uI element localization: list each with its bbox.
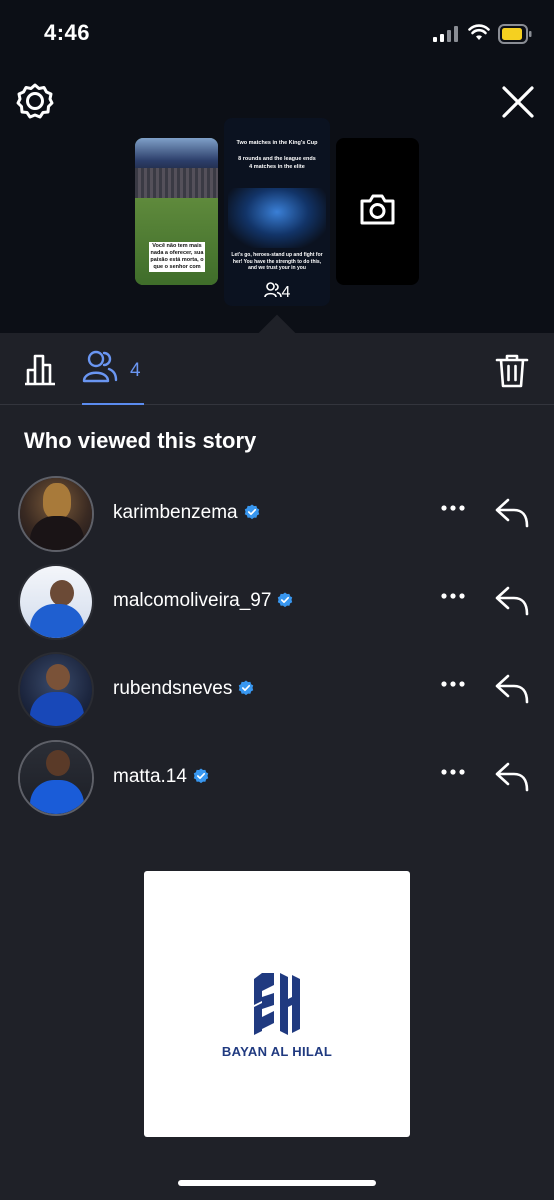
verified-badge-icon	[278, 592, 293, 608]
story-preview-area: 4:46 Você não tem mais nada a oferecer, …	[0, 0, 554, 333]
status-time: 4:46	[44, 20, 91, 45]
story-text-line: Two matches in the King's Cup	[236, 140, 318, 146]
viewer-username[interactable]: karimbenzema	[113, 502, 260, 524]
more-horizontal-icon[interactable]	[440, 680, 466, 688]
close-icon[interactable]	[500, 84, 536, 120]
more-horizontal-icon[interactable]	[440, 592, 466, 600]
story-thumbnail-previous[interactable]: Você não tem mais nada a oferecer, sua p…	[135, 138, 218, 285]
avatar[interactable]	[18, 476, 94, 552]
viewer-username[interactable]: rubendsneves	[113, 678, 254, 700]
viewer-username-text[interactable]: malcomoliveira_97	[113, 590, 271, 611]
reply-arrow-icon[interactable]	[494, 672, 530, 706]
more-horizontal-icon[interactable]	[440, 504, 466, 512]
story-viewer-count-value: 4	[281, 284, 291, 301]
viewer-row[interactable]: karimbenzema	[0, 476, 554, 556]
story-thumbnail-current[interactable]: Two matches in the King's Cup 8 rounds a…	[224, 118, 330, 306]
ad-brand-name: BAYAN AL HILAL	[221, 1044, 333, 1059]
viewer-username[interactable]: matta.14	[113, 766, 209, 788]
bayan-al-hilal-logo-icon	[254, 973, 300, 1035]
avatar[interactable]	[18, 564, 94, 640]
reply-arrow-icon[interactable]	[494, 760, 530, 794]
avatar[interactable]	[18, 652, 94, 728]
reply-arrow-icon[interactable]	[494, 584, 530, 618]
team-graphic-image	[228, 188, 326, 248]
home-indicator[interactable]	[178, 1180, 376, 1186]
status-bar: 4:46	[0, 0, 554, 70]
viewer-username-text[interactable]: rubendsneves	[113, 678, 232, 699]
more-horizontal-icon[interactable]	[440, 768, 466, 776]
add-story-camera-tile[interactable]	[336, 138, 419, 285]
viewer-username-text[interactable]: karimbenzema	[113, 502, 238, 523]
story-text-line: 4 matches in the elite	[249, 164, 305, 170]
viewer-row[interactable]: malcomoliveira_97	[0, 564, 554, 644]
people-icon	[263, 282, 282, 298]
story-text-line: 8 rounds and the league ends	[238, 156, 316, 162]
viewer-row[interactable]: rubendsneves	[0, 652, 554, 732]
story-tabs: 4	[0, 333, 554, 405]
active-tab-indicator	[82, 403, 144, 405]
stadium-stands-image	[135, 168, 218, 198]
viewer-row[interactable]: matta.14	[0, 740, 554, 820]
story-text-line: Let's go, heroes-stand up and fight for …	[231, 252, 323, 271]
viewers-tab-count: 4	[130, 360, 141, 381]
camera-icon	[360, 194, 395, 225]
tab-viewers[interactable]: 4	[82, 349, 146, 405]
cellular-signal-icon	[433, 26, 458, 42]
trash-icon[interactable]	[495, 353, 529, 389]
verified-badge-icon	[193, 768, 209, 784]
viewer-username-text[interactable]: matta.14	[113, 766, 187, 787]
story-caption: Você não tem mais nada a oferecer, sua p…	[149, 242, 205, 272]
story-viewer-count: 4	[224, 282, 330, 302]
people-icon	[82, 350, 118, 383]
verified-badge-icon	[244, 504, 259, 520]
sponsored-logo-card[interactable]: BAYAN AL HILAL	[144, 871, 410, 1137]
battery-icon	[498, 24, 532, 44]
avatar[interactable]	[18, 740, 94, 816]
bar-chart-icon[interactable]	[22, 353, 58, 387]
section-title: Who viewed this story	[24, 428, 257, 453]
wifi-icon	[468, 24, 490, 40]
reply-arrow-icon[interactable]	[494, 496, 530, 530]
verified-badge-icon	[239, 680, 254, 696]
settings-gear-icon[interactable]	[16, 82, 54, 120]
viewer-username[interactable]: malcomoliveira_97	[113, 590, 293, 612]
